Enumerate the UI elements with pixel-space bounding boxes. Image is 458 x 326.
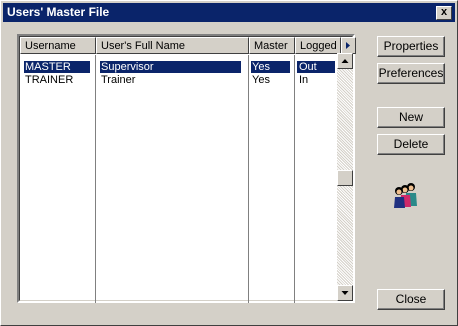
column-header-full-name[interactable]: User's Full Name	[96, 37, 249, 54]
column-divider	[248, 55, 249, 303]
column-header-master[interactable]: Master	[249, 37, 295, 54]
delete-button[interactable]: Delete	[377, 134, 445, 155]
cell-full-name[interactable]: Trainer	[101, 74, 135, 86]
properties-button[interactable]: Properties	[377, 36, 445, 57]
cell-logged[interactable]: In	[299, 74, 308, 86]
cell-master[interactable]: Yes	[252, 74, 270, 86]
title-bar[interactable]: Users' Master File x	[3, 3, 455, 22]
column-divider	[294, 55, 295, 303]
vertical-scrollbar[interactable]	[337, 53, 353, 301]
cell-full-name[interactable]: Supervisor	[100, 61, 241, 73]
scroll-up-icon[interactable]	[337, 53, 353, 69]
close-button[interactable]: Close	[377, 289, 445, 310]
list-header: Username User's Full Name Master Logged	[20, 37, 356, 55]
preferences-button[interactable]: Preferences	[377, 63, 445, 84]
column-divider	[95, 55, 96, 303]
users-group-icon	[394, 183, 417, 208]
scrollbar-thumb[interactable]	[337, 170, 353, 186]
users-list[interactable]: Username User's Full Name Master Logged …	[17, 34, 356, 303]
cell-username[interactable]: MASTER	[24, 61, 90, 73]
cell-master[interactable]: Yes	[251, 61, 290, 73]
cell-logged[interactable]: Out	[297, 61, 335, 73]
column-header-logged[interactable]: Logged	[295, 37, 341, 54]
scroll-up-icon-glyph	[341, 59, 349, 63]
scroll-right-icon[interactable]	[341, 37, 356, 54]
cell-username[interactable]: TRAINER	[25, 74, 73, 86]
scroll-down-icon-glyph	[341, 291, 349, 295]
scroll-right-icon-glyph	[346, 42, 350, 49]
window-title: Users' Master File	[7, 5, 110, 19]
users-list-inner: Username User's Full Name Master Logged …	[19, 36, 356, 303]
scroll-down-icon[interactable]	[337, 285, 353, 301]
close-icon[interactable]: x	[436, 6, 452, 20]
column-header-username[interactable]: Username	[20, 37, 96, 54]
new-button[interactable]: New	[377, 107, 445, 128]
